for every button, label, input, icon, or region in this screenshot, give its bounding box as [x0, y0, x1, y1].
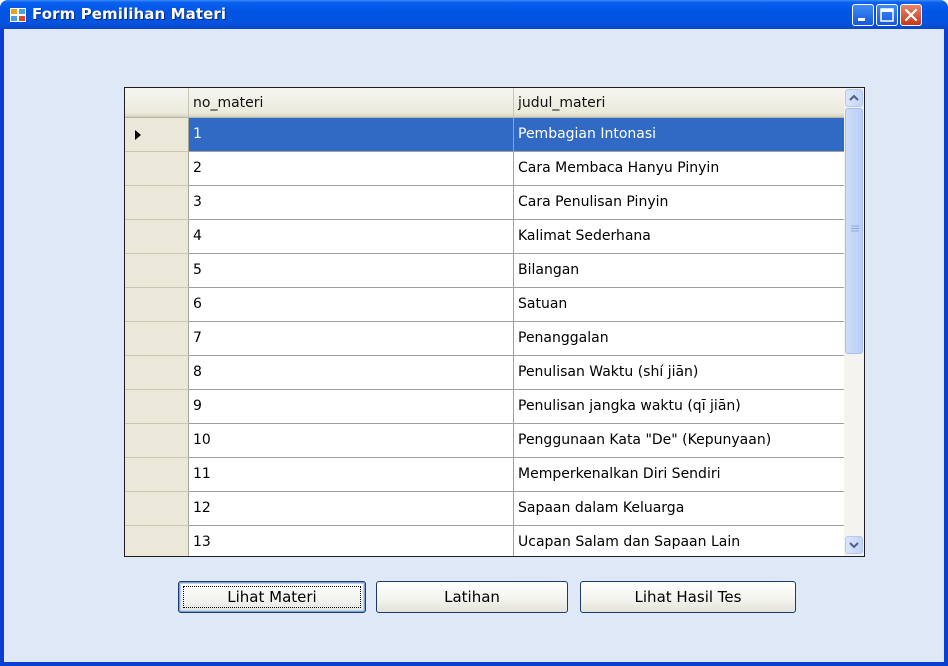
table-row[interactable]: 11 Memperkenalkan Diri Sendiri: [125, 458, 845, 492]
lihat-hasil-tes-label: Lihat Hasil Tes: [634, 588, 742, 606]
row-header[interactable]: [125, 152, 189, 186]
focus-rectangle: [183, 586, 361, 608]
cell-no-materi[interactable]: 4: [189, 220, 514, 254]
close-icon: [904, 8, 918, 22]
column-header-no-materi[interactable]: no_materi: [189, 88, 514, 118]
cell-judul-materi[interactable]: Penggunaan Kata "De" (Kepunyaan): [514, 424, 845, 458]
current-row-arrow-icon: [135, 130, 141, 140]
application-window: Form Pemilihan Materi no_materi judul_ma…: [0, 0, 948, 666]
table-row[interactable]: 13 Ucapan Salam dan Sapaan Lain: [125, 526, 845, 556]
table-row[interactable]: 8 Penulisan Waktu (shí jiān): [125, 356, 845, 390]
row-header[interactable]: [125, 458, 189, 492]
cell-no-materi[interactable]: 6: [189, 288, 514, 322]
scroll-down-icon: [849, 542, 859, 549]
lihat-hasil-tes-button[interactable]: Lihat Hasil Tes: [580, 581, 796, 613]
form-app-icon: [10, 8, 26, 22]
table-row[interactable]: 7 Penanggalan: [125, 322, 845, 356]
cell-no-materi[interactable]: 13: [189, 526, 514, 556]
scroll-grip-icon: [851, 225, 859, 232]
materi-data-grid[interactable]: no_materi judul_materi 1 Pembagian Intona…: [124, 87, 865, 557]
cell-no-materi[interactable]: 10: [189, 424, 514, 458]
table-row[interactable]: 10 Penggunaan Kata "De" (Kepunyaan): [125, 424, 845, 458]
maximize-button[interactable]: [876, 4, 898, 26]
table-row[interactable]: 9 Penulisan jangka waktu (qī jiān): [125, 390, 845, 424]
cell-judul-materi[interactable]: Satuan: [514, 288, 845, 322]
row-header[interactable]: [125, 424, 189, 458]
minimize-button[interactable]: [852, 4, 874, 26]
grid-header: no_materi judul_materi: [125, 88, 845, 118]
table-row[interactable]: 5 Bilangan: [125, 254, 845, 288]
cell-no-materi[interactable]: 5: [189, 254, 514, 288]
cell-judul-materi[interactable]: Bilangan: [514, 254, 845, 288]
row-header[interactable]: [125, 322, 189, 356]
cell-judul-materi[interactable]: Memperkenalkan Diri Sendiri: [514, 458, 845, 492]
cell-judul-materi[interactable]: Kalimat Sederhana: [514, 220, 845, 254]
cell-no-materi[interactable]: 1: [189, 118, 514, 152]
row-header[interactable]: [125, 118, 189, 152]
cell-judul-materi[interactable]: Penanggalan: [514, 322, 845, 356]
row-header[interactable]: [125, 186, 189, 220]
table-row[interactable]: 2 Cara Membaca Hanyu Pinyin: [125, 152, 845, 186]
cell-no-materi[interactable]: 2: [189, 152, 514, 186]
row-header[interactable]: [125, 254, 189, 288]
scroll-up-icon: [849, 94, 859, 101]
latihan-label: Latihan: [444, 588, 500, 606]
cell-no-materi[interactable]: 12: [189, 492, 514, 526]
row-header[interactable]: [125, 220, 189, 254]
grid-corner-header: [125, 88, 189, 118]
scroll-down-button[interactable]: [845, 536, 863, 554]
cell-no-materi[interactable]: 11: [189, 458, 514, 492]
row-header[interactable]: [125, 288, 189, 322]
cell-no-materi[interactable]: 7: [189, 322, 514, 356]
vertical-scrollbar[interactable]: [844, 88, 864, 556]
cell-judul-materi[interactable]: Penulisan jangka waktu (qī jiān): [514, 390, 845, 424]
cell-judul-materi[interactable]: Ucapan Salam dan Sapaan Lain: [514, 526, 845, 556]
cell-judul-materi[interactable]: Penulisan Waktu (shí jiān): [514, 356, 845, 390]
row-header[interactable]: [125, 492, 189, 526]
table-row[interactable]: 6 Satuan: [125, 288, 845, 322]
table-row[interactable]: 12 Sapaan dalam Keluarga: [125, 492, 845, 526]
cell-judul-materi[interactable]: Sapaan dalam Keluarga: [514, 492, 845, 526]
row-header[interactable]: [125, 356, 189, 390]
table-row[interactable]: 4 Kalimat Sederhana: [125, 220, 845, 254]
cell-no-materi[interactable]: 3: [189, 186, 514, 220]
row-header[interactable]: [125, 390, 189, 424]
maximize-icon: [880, 8, 894, 22]
minimize-icon: [858, 18, 865, 21]
latihan-button[interactable]: Latihan: [376, 581, 568, 613]
cell-no-materi[interactable]: 8: [189, 356, 514, 390]
table-row[interactable]: 3 Cara Penulisan Pinyin: [125, 186, 845, 220]
cell-judul-materi[interactable]: Pembagian Intonasi: [514, 118, 845, 152]
title-bar[interactable]: Form Pemilihan Materi: [0, 0, 948, 29]
lihat-materi-button[interactable]: Lihat Materi: [178, 581, 366, 613]
window-title: Form Pemilihan Materi: [32, 5, 227, 23]
row-header[interactable]: [125, 526, 189, 556]
scrollbar-thumb[interactable]: [845, 108, 863, 354]
cell-judul-materi[interactable]: Cara Penulisan Pinyin: [514, 186, 845, 220]
close-button[interactable]: [900, 4, 922, 26]
cell-no-materi[interactable]: 9: [189, 390, 514, 424]
table-row[interactable]: 1 Pembagian Intonasi: [125, 118, 845, 152]
cell-judul-materi[interactable]: Cara Membaca Hanyu Pinyin: [514, 152, 845, 186]
column-header-judul-materi[interactable]: judul_materi: [514, 88, 845, 118]
scroll-up-button[interactable]: [845, 89, 863, 107]
